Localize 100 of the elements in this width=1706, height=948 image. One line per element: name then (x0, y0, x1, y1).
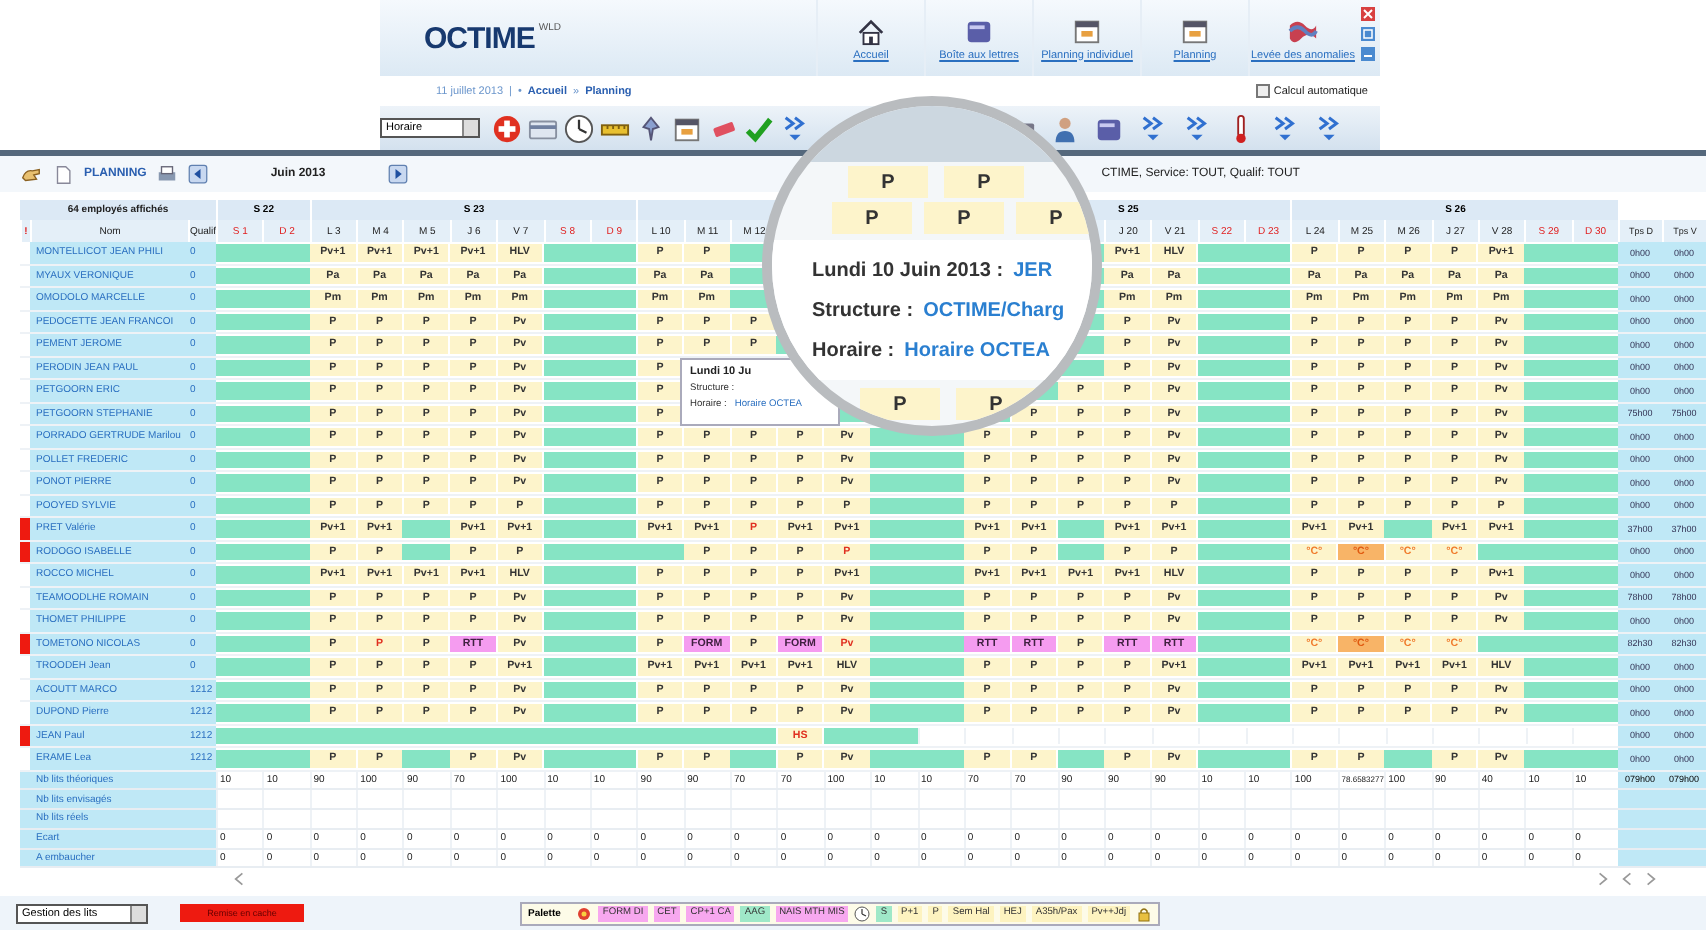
rest-cell[interactable] (589, 750, 637, 767)
rest-cell[interactable] (917, 658, 964, 675)
rest-cell[interactable] (589, 428, 637, 445)
rest-cell[interactable] (1244, 612, 1291, 629)
rest-cell[interactable] (1244, 336, 1291, 353)
rest-cell[interactable] (1524, 313, 1572, 330)
calendar-icon[interactable] (1072, 15, 1102, 45)
rest-cell[interactable] (216, 566, 263, 583)
rest-cell[interactable] (917, 451, 964, 468)
rest-cell[interactable] (216, 497, 263, 514)
rest-cell[interactable] (216, 313, 263, 330)
person-icon[interactable] (1050, 113, 1080, 143)
restore-icon[interactable] (1360, 26, 1376, 42)
rest-cell[interactable] (917, 474, 964, 491)
rest-cell[interactable] (589, 497, 637, 514)
rest-cell[interactable] (262, 336, 310, 353)
rest-cell[interactable] (1197, 428, 1245, 445)
rest-cell[interactable] (917, 612, 964, 629)
rest-cell[interactable] (262, 359, 310, 376)
rest-cell[interactable] (216, 520, 263, 537)
rest-cell[interactable] (543, 520, 590, 537)
rest-cell[interactable] (543, 382, 590, 399)
rest-cell[interactable] (543, 428, 590, 445)
rest-cell[interactable] (216, 336, 263, 353)
rest-cell[interactable] (1244, 359, 1291, 376)
scroll-right-icon[interactable] (1594, 869, 1612, 888)
double-chevron-icon[interactable] (1138, 113, 1168, 143)
rest-cell[interactable] (1197, 612, 1245, 629)
rest-cell[interactable] (589, 336, 637, 353)
lock-icon[interactable] (1136, 905, 1153, 922)
rest-cell[interactable] (730, 727, 777, 744)
rest-cell[interactable] (216, 244, 263, 261)
rest-cell[interactable] (1571, 750, 1618, 767)
flower-icon[interactable] (576, 905, 593, 922)
rest-cell[interactable] (1244, 474, 1291, 491)
hand-icon[interactable] (20, 163, 42, 185)
rest-cell[interactable] (262, 566, 310, 583)
rest-cell[interactable] (1384, 520, 1432, 537)
rest-cell[interactable] (262, 428, 310, 445)
rest-cell[interactable] (1571, 405, 1618, 422)
rest-cell[interactable] (1524, 267, 1572, 284)
rest-cell[interactable] (1197, 635, 1245, 652)
scroll-left-icon[interactable] (1618, 869, 1636, 888)
rest-cell[interactable] (1244, 313, 1291, 330)
rest-cell[interactable] (1571, 290, 1618, 307)
rest-cell[interactable] (543, 405, 590, 422)
rest-cell[interactable] (543, 589, 590, 606)
rest-cell[interactable] (1244, 543, 1291, 560)
checkbox[interactable] (1255, 84, 1270, 98)
rest-cell[interactable] (870, 727, 917, 744)
rest-cell[interactable] (1524, 336, 1572, 353)
rest-cell[interactable] (1244, 681, 1291, 698)
rest-cell[interactable] (262, 382, 310, 399)
rest-cell[interactable] (262, 520, 310, 537)
rest-cell[interactable] (1244, 244, 1291, 261)
rest-cell[interactable] (1197, 681, 1245, 698)
rest-cell[interactable] (1244, 750, 1291, 767)
rest-cell[interactable] (262, 704, 310, 721)
rest-cell[interactable] (870, 612, 917, 629)
rest-cell[interactable] (262, 405, 310, 422)
rest-cell[interactable] (543, 451, 590, 468)
rest-cell[interactable] (216, 382, 263, 399)
rest-cell[interactable] (589, 290, 637, 307)
rest-cell[interactable] (589, 589, 637, 606)
rest-cell[interactable] (1244, 267, 1291, 284)
rest-cell[interactable] (262, 497, 310, 514)
rest-cell[interactable] (1244, 658, 1291, 675)
rest-cell[interactable] (216, 451, 263, 468)
rest-cell[interactable] (543, 681, 590, 698)
rest-cell[interactable] (216, 727, 263, 744)
rest-cell[interactable] (1197, 336, 1245, 353)
rest-cell[interactable] (1571, 359, 1618, 376)
rest-cell[interactable] (1524, 382, 1572, 399)
rest-cell[interactable] (589, 382, 637, 399)
scroll-left-icon[interactable] (230, 869, 248, 888)
rest-cell[interactable] (589, 635, 637, 652)
rest-cell[interactable] (917, 543, 964, 560)
rest-cell[interactable] (1524, 704, 1572, 721)
rest-cell[interactable] (262, 612, 310, 629)
plus-circle-icon[interactable] (492, 113, 522, 143)
rest-cell[interactable] (543, 244, 590, 261)
rest-cell[interactable] (589, 244, 637, 261)
rest-cell[interactable] (543, 474, 590, 491)
rest-cell[interactable] (1057, 520, 1104, 537)
rest-cell[interactable] (1197, 244, 1245, 261)
rest-cell[interactable] (216, 267, 263, 284)
rest-cell[interactable] (1524, 750, 1572, 767)
rest-cell[interactable] (1197, 566, 1245, 583)
rest-cell[interactable] (1197, 704, 1245, 721)
rest-cell[interactable] (1197, 589, 1245, 606)
rest-cell[interactable] (589, 359, 637, 376)
rest-cell[interactable] (1524, 589, 1572, 606)
rest-cell[interactable] (1571, 589, 1618, 606)
rest-cell[interactable] (870, 451, 917, 468)
rest-cell[interactable] (1197, 474, 1245, 491)
rest-cell[interactable] (1477, 635, 1525, 652)
rest-cell[interactable] (823, 727, 871, 744)
rest-cell[interactable] (1571, 566, 1618, 583)
rest-cell[interactable] (870, 566, 917, 583)
rest-cell[interactable] (1524, 612, 1572, 629)
